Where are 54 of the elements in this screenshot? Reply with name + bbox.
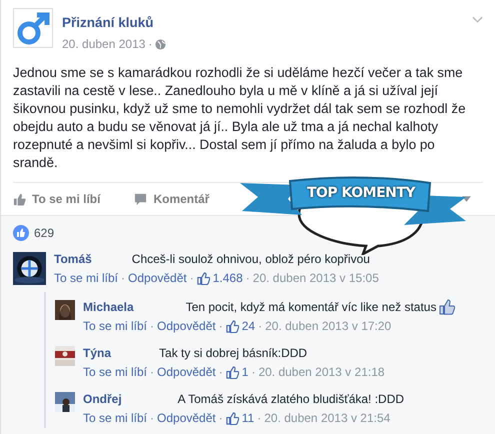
- comment-author[interactable]: Ondřej: [83, 392, 122, 406]
- like-button[interactable]: To se mi líbí: [13, 192, 100, 206]
- comment-button[interactable]: Komentář: [134, 192, 210, 206]
- like-count: 11: [242, 411, 254, 425]
- separator: ·: [258, 319, 262, 333]
- comment-text: Ten pocit, když má komentář víc like než status: [186, 300, 436, 314]
- separator: ·: [121, 271, 126, 285]
- separator: ·: [148, 37, 152, 51]
- thumbs-up-icon: [226, 320, 239, 332]
- like-count: 24: [242, 319, 256, 333]
- thumbs-up-icon: [226, 366, 239, 378]
- separator: ·: [251, 365, 256, 379]
- post-date: 20. duben 2013: [62, 37, 146, 51]
- badge-text: TOP KOMENTY: [306, 185, 416, 201]
- reply-link[interactable]: Odpovědět: [157, 411, 216, 425]
- like-count: 1.468: [212, 271, 243, 285]
- comment-text: Chceš-li soulož ohnivou, oblož péro kopřivou: [132, 252, 370, 266]
- like-link[interactable]: To se mi líbí: [83, 411, 148, 425]
- comment-author[interactable]: Tomáš: [54, 252, 92, 266]
- male-symbol-icon: [13, 8, 53, 48]
- like-count: 1: [242, 365, 248, 379]
- comment-author[interactable]: Michaela: [83, 300, 134, 314]
- separator: ·: [150, 319, 154, 333]
- separator: ·: [218, 411, 223, 425]
- thumbs-up-icon: [196, 272, 210, 284]
- reply-link[interactable]: Odpovědět: [128, 271, 187, 285]
- chevron-down-icon[interactable]: [472, 16, 483, 24]
- separator: ·: [246, 271, 250, 285]
- comment-time: 20. duben 2013 v 21:54: [264, 411, 390, 425]
- like-link[interactable]: To se mi líbí: [83, 319, 148, 333]
- comment-text: Tak ty si dobrej básník:DDD: [159, 346, 308, 360]
- comment-text: A Tomáš získává zlatého bludišťáka! :DDD: [178, 392, 404, 406]
- post-text: Jednou sme se s kamarádkou rozhodli že si uděláme hezčí večer a tak sme zastavili na cestě v lese.. Zanedlouho byla u mě v klíně a já si užíval její šikovnou pusinku, když už sme to nemohli vydržet dál tak sem se rozhodl že obejdu auto a budu se věnovat já jí.. Byla ale už tma a já nechal kalhoty rozepnuté a nevšiml si kopřiv... Dostal sem jí přímo na žaluda a bylo po srandě.: [13, 64, 467, 172]
- separator: ·: [190, 271, 194, 285]
- reply-link[interactable]: Odpovědět: [157, 365, 216, 379]
- separator: ·: [218, 319, 223, 333]
- separator: ·: [150, 411, 154, 425]
- like-count: 629: [34, 226, 54, 240]
- comment-time: 20. duben 2013 v 17:20: [265, 319, 392, 333]
- thumbs-up-icon: [13, 192, 26, 206]
- comment-time: 20. duben 2013 v 15:05: [252, 271, 379, 285]
- like-icon: [13, 225, 29, 241]
- thumbs-up-icon: [226, 412, 239, 424]
- globe-icon: [155, 38, 166, 50]
- comment-time: 20. duben 2013 v 21:18: [258, 365, 385, 379]
- page-name[interactable]: Přiznání kluků: [62, 15, 154, 30]
- like-link[interactable]: To se mi líbí: [54, 271, 118, 285]
- speech-bubble-icon: [134, 192, 148, 206]
- like-link[interactable]: To se mi líbí: [83, 365, 148, 379]
- separator: ·: [150, 365, 154, 379]
- reply-link[interactable]: Odpovědět: [157, 319, 216, 333]
- separator: ·: [218, 365, 223, 379]
- comment-author[interactable]: Týna: [83, 346, 112, 360]
- separator: ·: [257, 411, 262, 425]
